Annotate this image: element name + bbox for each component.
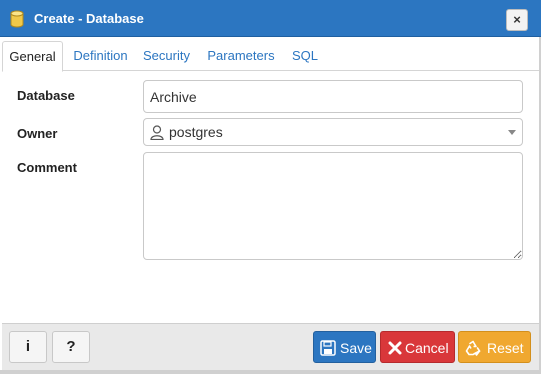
comment-label: Comment <box>17 160 77 175</box>
recycle-icon <box>465 340 481 356</box>
dialog-bottom-border <box>0 370 541 374</box>
chevron-down-icon <box>508 130 516 135</box>
user-icon <box>150 125 164 140</box>
tab-bar: General Definition Security Parameters S… <box>2 41 539 72</box>
owner-label: Owner <box>17 126 58 141</box>
comment-textarea[interactable] <box>143 152 523 260</box>
database-icon <box>10 10 24 28</box>
tab-sql[interactable]: SQL <box>287 41 323 71</box>
save-icon <box>320 340 336 356</box>
tab-definition[interactable]: Definition <box>67 41 134 71</box>
database-label: Database <box>17 88 75 103</box>
tab-general[interactable]: General <box>2 41 63 72</box>
cancel-button[interactable]: Cancel <box>380 331 455 363</box>
tab-parameters[interactable]: Parameters <box>203 41 279 71</box>
tab-security[interactable]: Security <box>138 41 195 71</box>
owner-select[interactable]: postgres <box>143 118 523 146</box>
database-name-input[interactable] <box>143 80 523 113</box>
reset-button[interactable]: Reset <box>458 331 531 363</box>
create-database-dialog: Create - Database × General Definition S… <box>0 0 541 374</box>
close-icon <box>388 341 402 355</box>
close-button[interactable]: × <box>506 9 528 31</box>
info-button[interactable]: i <box>9 331 47 363</box>
owner-value: postgres <box>169 124 223 140</box>
help-button[interactable]: ? <box>52 331 90 363</box>
dialog-title: Create - Database <box>34 11 144 26</box>
dialog-titlebar[interactable]: Create - Database × <box>0 0 541 37</box>
cancel-label: Cancel <box>405 340 449 356</box>
reset-label: Reset <box>487 340 524 356</box>
save-button[interactable]: Save <box>313 331 376 363</box>
save-label: Save <box>340 340 372 356</box>
